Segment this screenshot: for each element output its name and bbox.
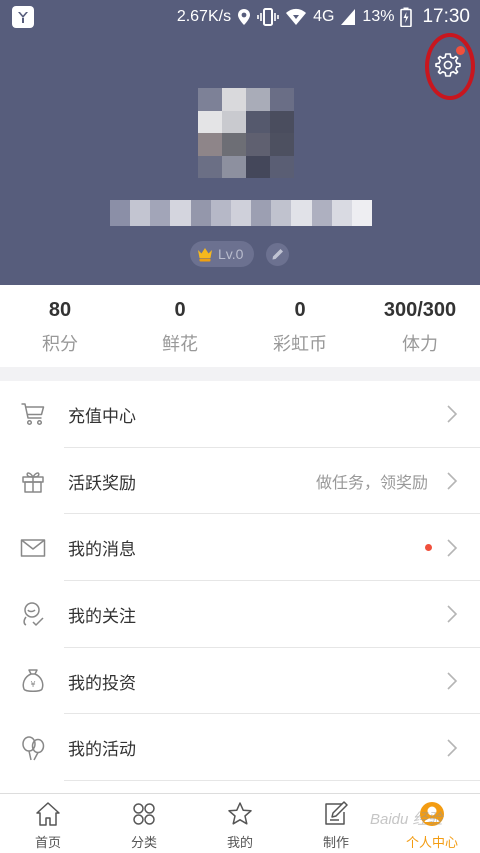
- menu-list: 充值中心 活跃奖励 做任务，领奖励 我的消息 我的关注 ¥ 我的投资 我的活动: [0, 381, 480, 793]
- edit-profile-button[interactable]: [266, 243, 289, 266]
- menu-item-investments[interactable]: ¥ 我的投资: [0, 648, 480, 715]
- stats-bar: 80 积分 0 鲜花 0 彩虹币 300/300 体力: [0, 285, 480, 367]
- status-bar: 2.67K/s 4G 13% 17:30: [0, 0, 480, 34]
- battery-percent: 13%: [362, 8, 395, 25]
- cart-icon: [20, 401, 46, 427]
- stat-rainbow-coins[interactable]: 0 彩虹币: [240, 285, 360, 367]
- menu-item-recharge[interactable]: 充值中心: [0, 381, 480, 448]
- balloon-icon: [20, 735, 46, 761]
- stat-value: 80: [48, 299, 72, 321]
- edit-icon: [322, 800, 350, 828]
- bottom-tab-bar: 首页 分类 我的 制作 个人中心: [0, 793, 480, 853]
- envelope-icon: [20, 535, 46, 561]
- stat-value: 0: [174, 299, 186, 321]
- menu-label: 充值中心: [68, 406, 136, 427]
- battery-icon: [400, 7, 413, 27]
- menu-item-activity-rewards[interactable]: 活跃奖励 做任务，领奖励: [0, 448, 480, 515]
- chevron-right-icon: [447, 539, 458, 557]
- avatar[interactable]: [198, 88, 294, 178]
- menu-item-following[interactable]: 我的关注: [0, 581, 480, 648]
- category-icon: [130, 800, 158, 828]
- stat-label: 鲜花: [162, 334, 198, 355]
- gift-icon: [20, 468, 46, 494]
- tab-label: 首页: [34, 836, 61, 851]
- app-notification-icon: [12, 6, 34, 28]
- svg-text:¥: ¥: [30, 680, 35, 689]
- vibrate-icon: [257, 8, 279, 26]
- chevron-right-icon: [447, 405, 458, 423]
- chevron-right-icon: [447, 472, 458, 490]
- network-type: 4G: [313, 8, 335, 25]
- menu-item-messages[interactable]: 我的消息: [0, 514, 480, 581]
- username-blurred: [110, 200, 373, 226]
- money-bag-icon: ¥: [20, 668, 46, 694]
- stat-points[interactable]: 80 积分: [0, 285, 120, 367]
- stat-flowers[interactable]: 0 鲜花: [120, 285, 240, 367]
- chevron-right-icon: [447, 605, 458, 623]
- chevron-right-icon: [447, 672, 458, 690]
- tab-category[interactable]: 分类: [96, 794, 192, 853]
- crown-badge-icon: [198, 248, 212, 262]
- level-badge[interactable]: Lv.0: [190, 241, 254, 267]
- stat-label: 彩虹币: [273, 334, 327, 355]
- hotspot-icon: [285, 8, 307, 26]
- pencil-icon: [272, 249, 283, 260]
- stat-label: 体力: [402, 334, 438, 355]
- unread-dot: [425, 544, 432, 552]
- signal-icon: [340, 8, 356, 26]
- follow-icon: [20, 601, 46, 627]
- gear-icon: [435, 53, 461, 77]
- tab-mine[interactable]: 我的: [192, 794, 288, 853]
- star-icon: [226, 800, 254, 828]
- stat-stamina[interactable]: 300/300 体力: [360, 285, 480, 367]
- menu-label: 我的投资: [68, 673, 136, 694]
- menu-item-events[interactable]: 我的活动: [0, 714, 480, 781]
- tab-label: 分类: [130, 836, 157, 851]
- menu-label: 我的关注: [68, 606, 136, 627]
- location-icon: [237, 8, 251, 26]
- stat-value: 300/300: [383, 299, 457, 321]
- tab-label: 个人中心: [405, 836, 458, 851]
- profile-icon: [418, 800, 446, 828]
- network-speed: 2.67K/s: [176, 8, 232, 25]
- menu-label: 活跃奖励: [68, 473, 136, 494]
- tab-create[interactable]: 制作: [288, 794, 384, 853]
- tab-label: 我的: [226, 836, 253, 851]
- level-text: Lv.0: [218, 246, 244, 262]
- home-icon: [34, 800, 62, 828]
- menu-label: 我的消息: [68, 540, 136, 561]
- chevron-right-icon: [447, 739, 458, 757]
- stat-value: 0: [294, 299, 306, 321]
- menu-hint: 做任务，领奖励: [315, 473, 428, 493]
- stat-label: 积分: [42, 334, 78, 355]
- settings-notification-dot: [456, 46, 465, 55]
- tab-home[interactable]: 首页: [0, 794, 96, 853]
- tab-profile[interactable]: 个人中心: [384, 794, 480, 853]
- clock: 17:30: [422, 6, 470, 27]
- menu-label: 我的活动: [68, 740, 136, 761]
- tab-label: 制作: [322, 836, 349, 851]
